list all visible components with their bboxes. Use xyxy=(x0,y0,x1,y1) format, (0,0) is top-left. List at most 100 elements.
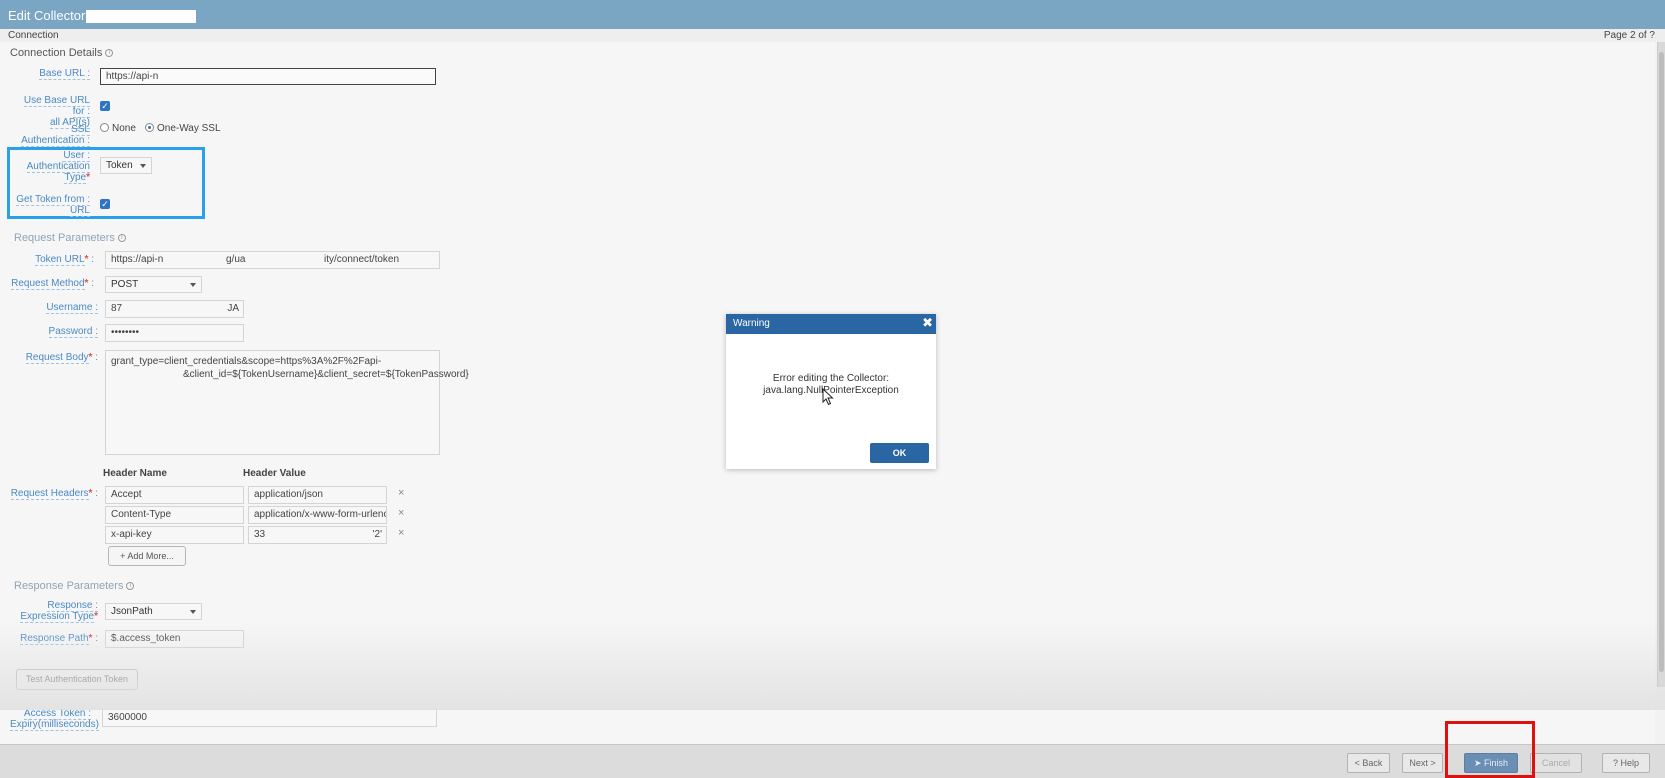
header-name-input[interactable]: Content-Type xyxy=(105,506,244,524)
base-url-label-text: Base URL : xyxy=(39,68,90,80)
chevron-down-icon xyxy=(190,283,196,287)
access-token-expiry-input[interactable]: 3600000 xyxy=(102,709,437,727)
base-url-label: Base URL : xyxy=(10,68,90,80)
dialog-message-line1: Error editing the Collector: xyxy=(772,373,890,384)
vertical-scrollbar[interactable] xyxy=(1657,42,1665,687)
password-input[interactable]: •••••••• xyxy=(105,324,244,342)
cancel-button[interactable]: Cancel xyxy=(1530,753,1582,773)
request-body-label: Request Body* : xyxy=(25,352,98,364)
close-icon[interactable]: ✖ xyxy=(922,316,933,330)
dialog-title: Warning xyxy=(733,318,770,329)
expiry-label-line2: Expiry(milliseconds) xyxy=(10,719,99,731)
request-method-value: POST xyxy=(111,279,139,290)
ssl-auth-label: SSL Authentication : xyxy=(10,124,90,147)
connection-details-heading: Connection Details i xyxy=(10,47,114,59)
header-value-input[interactable]: application/json xyxy=(248,486,387,504)
remove-header-icon[interactable]: × xyxy=(398,487,404,499)
request-body-textarea[interactable]: grant_type=client_credentials&scope=http… xyxy=(105,350,469,455)
window-titlebar: Edit Collector: I xyxy=(0,0,1665,31)
response-path-label-text: Response Path xyxy=(20,633,89,645)
required-marker: * xyxy=(88,352,93,363)
token-url-label-text: Token URL xyxy=(35,254,85,266)
request-parameters-heading: Request Parameters i xyxy=(14,232,126,244)
add-more-header-button[interactable]: + Add More... xyxy=(108,546,186,566)
username-input[interactable]: 87 JA xyxy=(105,300,244,318)
token-url-part3: ity/connect/token xyxy=(324,254,400,265)
chevron-down-icon xyxy=(190,610,196,614)
request-body-line2: &client_id=${TokenUsername}&client_secre… xyxy=(183,369,469,380)
user-auth-type-label: User : Authentication Type* xyxy=(10,150,90,184)
user-auth-type-value: Token xyxy=(106,160,133,171)
use-base-url-label-line1: Use Base URL for : xyxy=(23,95,90,118)
token-url-label: Token URL* : xyxy=(35,254,94,266)
request-headers-label-text: Request Headers xyxy=(10,488,89,500)
info-icon[interactable]: i xyxy=(126,582,135,591)
get-token-checkbox[interactable]: ✓ xyxy=(100,199,110,209)
get-token-label: Get Token from : URL xyxy=(10,194,90,217)
radio-selected-icon xyxy=(145,123,154,132)
ssl-one-way-radio[interactable]: One-Way SSL xyxy=(145,123,221,134)
scrollbar-thumb[interactable] xyxy=(1659,52,1664,672)
wizard-footer: < Back Next > ➤ Finish Cancel ? Help xyxy=(0,744,1665,778)
username-value-tail: JA xyxy=(227,303,239,314)
password-label-text: Password : xyxy=(48,326,98,338)
request-headers-label: Request Headers* : xyxy=(10,488,98,500)
test-authentication-token-button[interactable]: Test Authentication Token xyxy=(16,669,138,690)
use-base-url-checkbox[interactable]: ✓ xyxy=(100,101,110,111)
highlight-box-red xyxy=(1445,721,1535,778)
back-button[interactable]: < Back xyxy=(1347,753,1390,773)
username-label-text: Username : xyxy=(46,302,98,314)
username-label: Username : xyxy=(10,302,98,314)
step-bar: Connection Page 2 of ? xyxy=(0,29,1665,42)
ssl-auth-label-text: SSL Authentication : xyxy=(21,124,90,147)
info-icon[interactable]: i xyxy=(117,234,126,243)
header-name-input[interactable]: Accept xyxy=(105,486,244,504)
mouse-pointer-icon xyxy=(822,388,834,406)
password-label: Password : xyxy=(10,326,98,338)
help-button[interactable]: ? Help xyxy=(1602,753,1650,773)
request-method-label-text: Request Method xyxy=(11,278,85,290)
request-method-select[interactable]: POST xyxy=(105,276,202,293)
redacted-collector-name xyxy=(86,10,196,23)
token-url-part1: https://api-n xyxy=(111,254,164,265)
user-auth-type-select[interactable]: Token xyxy=(100,157,152,174)
ssl-one-way-label: One-Way SSL xyxy=(157,123,221,134)
remove-header-icon[interactable]: × xyxy=(398,507,404,519)
next-button[interactable]: Next > xyxy=(1402,753,1443,773)
base-url-input[interactable]: https://api-n xyxy=(100,68,436,85)
header-name-column: Header Name xyxy=(103,468,167,479)
required-marker: * xyxy=(84,278,89,289)
response-path-input[interactable]: $.access_token xyxy=(105,630,244,648)
request-body-line1: grant_type=client_credentials&scope=http… xyxy=(111,356,382,367)
radio-icon xyxy=(100,123,109,132)
response-expression-type-select[interactable]: JsonPath xyxy=(105,603,202,620)
response-expr-value: JsonPath xyxy=(111,606,153,617)
get-token-label-line2: URL xyxy=(69,205,90,217)
header-value-input[interactable]: application/x-www-form-urlencoc xyxy=(248,506,387,524)
response-expr-label-line2: Expression Type xyxy=(20,611,95,623)
header-name-input[interactable]: x-api-key xyxy=(105,526,244,544)
header-value-text: 33 xyxy=(254,529,266,540)
request-parameters-title: Request Parameters xyxy=(14,232,115,244)
ssl-none-radio[interactable]: None xyxy=(100,123,136,134)
user-auth-label-line3: Type xyxy=(64,172,87,184)
info-icon[interactable]: i xyxy=(105,49,114,58)
breadcrumb: Connection xyxy=(8,30,59,41)
connection-details-title: Connection Details xyxy=(10,47,103,59)
page-indicator: Page 2 of ? xyxy=(1603,30,1655,41)
username-value: 87 xyxy=(111,303,123,314)
ok-button[interactable]: OK xyxy=(870,443,929,463)
token-url-part2: g/ua xyxy=(226,254,246,265)
required-marker: * xyxy=(84,254,89,265)
chevron-down-icon xyxy=(140,164,146,168)
required-marker: * xyxy=(88,488,93,499)
response-parameters-heading: Response Parameters i xyxy=(14,580,135,592)
token-url-input[interactable]: https://api-n g/ua ity/connect/token xyxy=(105,251,440,269)
remove-header-icon[interactable]: × xyxy=(398,527,404,539)
response-parameters-title: Response Parameters xyxy=(14,580,124,592)
required-marker: * xyxy=(94,611,98,622)
header-value-column: Header Value xyxy=(243,468,306,479)
request-body-label-text: Request Body xyxy=(25,352,89,364)
dialog-header: Warning ✖ xyxy=(726,314,936,334)
header-value-input[interactable]: 33 '2' xyxy=(248,526,387,544)
